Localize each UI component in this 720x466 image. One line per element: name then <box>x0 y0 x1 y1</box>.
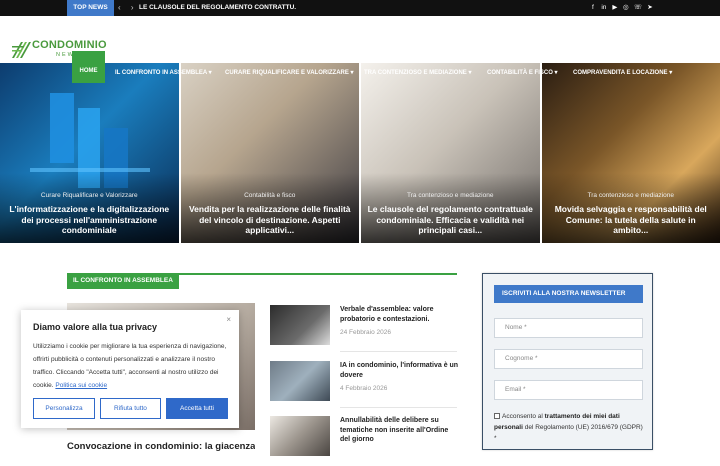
cookie-banner: × Diamo valore alla tua privacy Utilizzi… <box>21 310 239 428</box>
name-field[interactable]: Nome * <box>494 318 643 338</box>
hero-category[interactable]: Curare Riqualificare e Valorizzare <box>0 192 179 199</box>
consent-label: Acconsento al trattamento dei miei dati … <box>494 411 646 444</box>
hero-tile[interactable]: Tra contenzioso e mediazione Movida selv… <box>542 63 720 243</box>
top-news-badge: TOP NEWS <box>67 0 114 16</box>
list-thumbnail[interactable] <box>270 361 330 401</box>
hero-category[interactable]: Tra contenzioso e mediazione <box>361 192 540 199</box>
hero-category[interactable]: Tra contenzioso e mediazione <box>542 192 720 199</box>
nav-curare-riqualificare[interactable]: CURARE RIQUALIFICARE E VALORIZZARE ▾ <box>225 63 354 83</box>
accept-all-button[interactable]: Accetta tutti <box>166 398 228 419</box>
list-title[interactable]: IA in condominio, l'informativa è un dov… <box>340 361 460 380</box>
nav-contenzioso-mediazione[interactable]: TRA CONTENZIOSO E MEDIAZIONE ▾ <box>364 63 471 83</box>
consent-checkbox[interactable] <box>494 413 500 419</box>
hero-tile[interactable]: Contabilità e fisco Vendita per la reali… <box>181 63 360 243</box>
section-heading[interactable]: IL CONFRONTO IN ASSEMBLEA <box>67 273 179 289</box>
youtube-icon[interactable]: ▶ <box>612 0 618 16</box>
ticker-arrows[interactable]: ‹ › <box>118 0 138 16</box>
surname-field[interactable]: Cognome * <box>494 349 643 369</box>
list-item[interactable]: IA in condominio, l'informativa è un dov… <box>270 361 460 411</box>
email-field[interactable]: Email * <box>494 380 643 400</box>
feature-title[interactable]: Convocazione in condominio: la giacenza <box>67 441 255 452</box>
social-links: f in ▶ ◎ ☏ ➤ <box>590 0 653 16</box>
cookie-policy-link[interactable]: Politica sui cookie <box>55 382 107 389</box>
nav-contabilita-fisco[interactable]: CONTABILITÀ E FISCO ▾ <box>487 63 558 83</box>
whatsapp-icon[interactable]: ☏ <box>634 0 642 16</box>
cookie-text: Utilizziamo i cookie per migliorare la t… <box>33 340 229 392</box>
hero-category[interactable]: Contabilità e fisco <box>181 192 360 199</box>
hero-title[interactable]: Le clausole del regolamento contrattuale… <box>367 204 534 236</box>
news-ticker[interactable]: LE CLAUSOLE DEL REGOLAMENTO CONTRATTU. <box>139 0 296 16</box>
site-header: CONDOMINIO NEWS <box>0 16 720 63</box>
close-icon[interactable]: × <box>226 315 231 324</box>
nav-confronto-assemblea[interactable]: IL CONFRONTO IN ASSEMBLEA ▾ <box>115 63 212 83</box>
hero-grid: Curare Riqualificare e Valorizzare L'inf… <box>0 63 720 243</box>
newsletter-box: ISCRIVITI ALLA NOSTRA NEWSLETTER Nome * … <box>482 273 653 450</box>
nav-compravendita-locazione[interactable]: COMPRAVENDITA E LOCAZIONE ▾ <box>573 63 672 83</box>
list-title[interactable]: Annullabilità delle delibere su tematich… <box>340 416 460 445</box>
top-bar: TOP NEWS ‹ › LE CLAUSOLE DEL REGOLAMENTO… <box>0 0 720 16</box>
list-thumbnail[interactable] <box>270 305 330 345</box>
hero-tile[interactable]: Curare Riqualificare e Valorizzare L'inf… <box>0 63 179 243</box>
hero-title[interactable]: L'informatizzazione e la digitalizzazion… <box>6 204 173 236</box>
spotify-icon[interactable]: ◎ <box>623 0 629 16</box>
linkedin-icon[interactable]: in <box>601 0 607 16</box>
logo-name: CONDOMINIO <box>32 39 107 51</box>
hero-tile[interactable]: Tra contenzioso e mediazione Le clausole… <box>361 63 540 243</box>
list-thumbnail[interactable] <box>270 416 330 456</box>
hero-title[interactable]: Vendita per la realizzazione delle final… <box>187 204 354 236</box>
list-title[interactable]: Verbale d'assemblea: valore probatorio e… <box>340 305 460 324</box>
telegram-icon[interactable]: ➤ <box>647 0 653 16</box>
list-date: 4 Febbraio 2026 <box>340 385 387 392</box>
list-item[interactable]: Verbale d'assemblea: valore probatorio e… <box>270 305 460 355</box>
logo-mark-icon <box>10 38 32 60</box>
cookie-title: Diamo valore alla tua privacy <box>33 322 157 332</box>
customize-button[interactable]: Personalizza <box>33 398 95 419</box>
nav-home[interactable]: HOME <box>72 51 105 83</box>
main-nav: HOME IL CONFRONTO IN ASSEMBLEA ▾ CURARE … <box>0 63 720 83</box>
list-date: 24 Febbraio 2026 <box>340 329 391 336</box>
hero-title[interactable]: Movida selvaggia e responsabilità del Co… <box>548 204 715 236</box>
reject-all-button[interactable]: Rifiuta tutto <box>100 398 161 419</box>
list-item[interactable]: Annullabilità delle delibere su tematich… <box>270 416 460 466</box>
facebook-icon[interactable]: f <box>590 0 596 16</box>
newsletter-heading: ISCRIVITI ALLA NOSTRA NEWSLETTER <box>494 285 643 303</box>
